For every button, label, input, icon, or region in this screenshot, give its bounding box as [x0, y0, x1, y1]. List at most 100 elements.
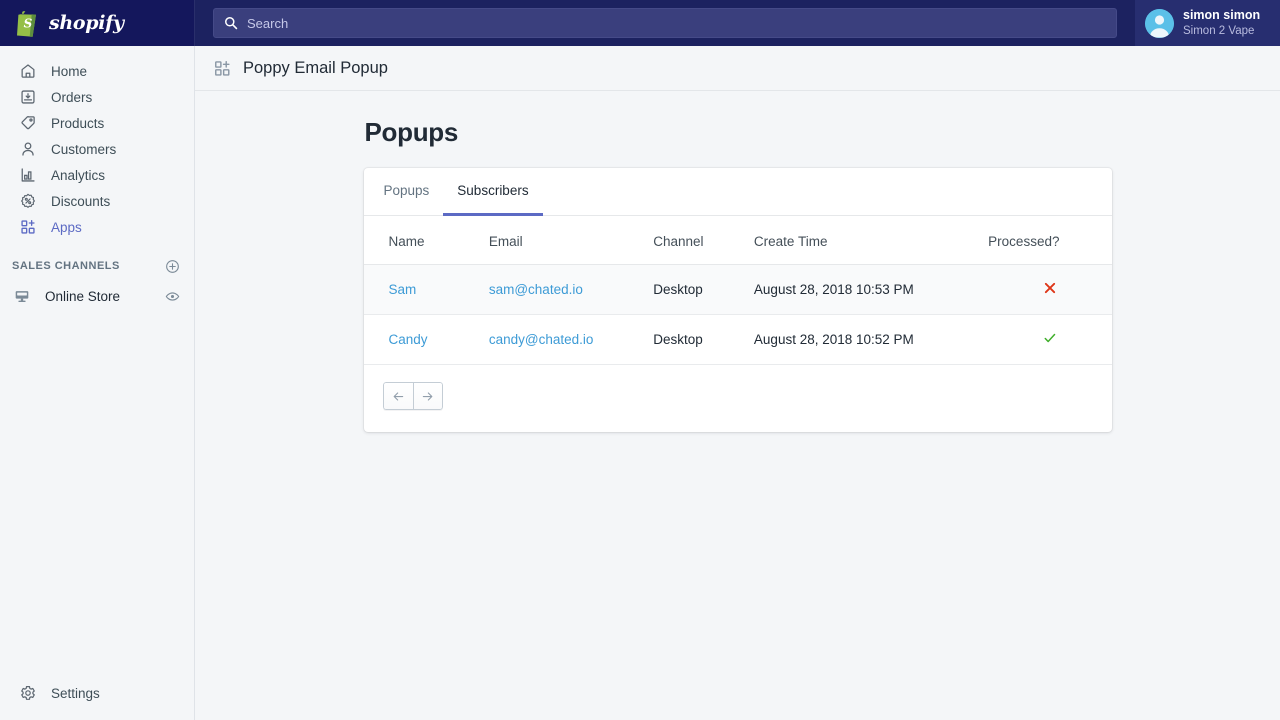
sidebar-item-analytics[interactable]: Analytics — [6, 162, 188, 188]
shopify-bag-icon: S — [16, 9, 41, 37]
app-title: Poppy Email Popup — [243, 59, 388, 78]
sidebar-nav-list: Home Orders — [0, 58, 194, 240]
app-page-header: Poppy Email Popup — [195, 46, 1280, 91]
table-head: Name Email Channel Create Time Processed… — [364, 216, 1112, 265]
search-icon — [224, 16, 238, 30]
sales-channels-title: SALES CHANNELS — [12, 260, 120, 272]
table-row[interactable]: Sam sam@chated.io Desktop August 28, 201… — [364, 265, 1112, 315]
search-input[interactable]: Search — [213, 8, 1117, 38]
sidebar-item-products-wrap: Products — [0, 110, 194, 136]
subscribers-table-wrap: Name Email Channel Create Time Processed… — [364, 216, 1112, 365]
orders-icon — [18, 87, 38, 107]
shopify-wordmark: shopify — [49, 12, 124, 34]
cell-email: sam@chated.io — [489, 265, 653, 315]
subscriber-email-link[interactable]: sam@chated.io — [489, 282, 583, 297]
sales-channels-section-header: SALES CHANNELS — [0, 254, 194, 278]
sidebar-item-settings[interactable]: Settings — [6, 680, 188, 706]
arrow-left-icon — [391, 389, 406, 404]
tab-popups[interactable]: Popups — [370, 168, 444, 216]
cell-channel: Desktop — [653, 265, 754, 315]
cell-email: candy@chated.io — [489, 315, 653, 365]
online-store-icon — [12, 286, 32, 306]
sidebar: Home Orders — [0, 46, 195, 720]
cell-channel: Desktop — [653, 315, 754, 365]
sidebar-item-label: Home — [51, 64, 87, 79]
cell-name: Candy — [364, 315, 489, 365]
sidebar-item-apps-wrap: Apps — [0, 214, 194, 240]
content-inner: Popups Popups Subscribers — [364, 91, 1112, 432]
sidebar-item-label: Products — [51, 116, 104, 131]
subscriber-email-link[interactable]: candy@chated.io — [489, 332, 594, 347]
apps-icon — [213, 59, 232, 78]
column-header-channel: Channel — [653, 216, 754, 265]
table-body: Sam sam@chated.io Desktop August 28, 201… — [364, 265, 1112, 365]
products-icon — [18, 113, 38, 133]
apps-icon — [18, 217, 38, 237]
discounts-icon — [18, 191, 38, 211]
cell-processed — [988, 265, 1111, 315]
top-bar: S shopify Search — [0, 0, 1280, 46]
popups-card: Popups Subscribers Name — [364, 168, 1112, 432]
sidebar-item-settings-wrap: Settings — [0, 680, 194, 706]
column-header-processed: Processed? — [988, 216, 1111, 265]
gear-icon — [18, 683, 38, 703]
sidebar-item-orders[interactable]: Orders — [6, 84, 188, 110]
cell-create-time: August 28, 2018 10:52 PM — [754, 315, 988, 365]
subscriber-name-link[interactable]: Sam — [389, 282, 417, 297]
pagination-prev-button[interactable] — [383, 382, 413, 410]
shopify-logo-area[interactable]: S shopify — [0, 0, 195, 46]
user-store-name: Simon 2 Vape — [1183, 24, 1260, 38]
user-name: simon simon — [1183, 8, 1260, 24]
sidebar-item-label: Discounts — [51, 194, 110, 209]
main-content: Poppy Email Popup Popups Popups Subscrib… — [195, 46, 1280, 720]
card-tabs: Popups Subscribers — [364, 168, 1112, 216]
arrow-right-icon — [420, 389, 435, 404]
table-header-row: Name Email Channel Create Time Processed… — [364, 216, 1112, 265]
sidebar-item-online-store[interactable]: Online Store — [0, 282, 194, 310]
pagination-control — [383, 382, 443, 410]
cell-processed — [988, 315, 1111, 365]
table-row[interactable]: Candy candy@chated.io Desktop August 28,… — [364, 315, 1112, 365]
avatar — [1145, 9, 1174, 38]
sidebar-item-label: Analytics — [51, 168, 105, 183]
tab-label: Subscribers — [457, 183, 528, 198]
eye-icon[interactable] — [165, 289, 180, 304]
pagination-next-button[interactable] — [413, 382, 443, 410]
search-placeholder: Search — [247, 16, 288, 31]
sidebar-item-customers[interactable]: Customers — [6, 136, 188, 162]
user-names: simon simon Simon 2 Vape — [1183, 8, 1260, 38]
sidebar-item-customers-wrap: Customers — [0, 136, 194, 162]
page-title: Popups — [364, 117, 1112, 148]
sidebar-item-products[interactable]: Products — [6, 110, 188, 136]
sidebar-item-analytics-wrap: Analytics — [0, 162, 194, 188]
sidebar-item-discounts[interactable]: Discounts — [6, 188, 188, 214]
subscriber-name-link[interactable]: Candy — [389, 332, 428, 347]
svg-text:S: S — [24, 17, 33, 31]
check-icon — [1043, 331, 1057, 345]
sidebar-item-label: Apps — [51, 220, 82, 235]
sidebar-item-label: Online Store — [45, 289, 152, 304]
analytics-icon — [18, 165, 38, 185]
tab-subscribers[interactable]: Subscribers — [443, 168, 542, 216]
shopify-logo[interactable]: S shopify — [16, 9, 124, 37]
column-header-name: Name — [364, 216, 489, 265]
user-menu[interactable]: simon simon Simon 2 Vape — [1135, 0, 1280, 46]
sidebar-item-apps[interactable]: Apps — [6, 214, 188, 240]
sidebar-item-label: Customers — [51, 142, 116, 157]
pagination-row — [364, 365, 1112, 432]
tab-label: Popups — [384, 183, 430, 198]
sidebar-item-home-wrap: Home — [0, 58, 194, 84]
body-row: Home Orders — [0, 46, 1280, 720]
column-header-create-time: Create Time — [754, 216, 988, 265]
sidebar-item-home[interactable]: Home — [6, 58, 188, 84]
column-header-email: Email — [489, 216, 653, 265]
cross-icon — [1043, 281, 1057, 295]
home-icon — [18, 61, 38, 81]
content-region: Popups Popups Subscribers — [195, 91, 1280, 720]
cell-create-time: August 28, 2018 10:53 PM — [754, 265, 988, 315]
sidebar-spacer — [0, 240, 194, 254]
plus-circle-icon[interactable] — [165, 259, 180, 274]
sidebar-item-label: Orders — [51, 90, 92, 105]
subscribers-table: Name Email Channel Create Time Processed… — [364, 216, 1112, 365]
search-area: Search — [195, 0, 1135, 46]
